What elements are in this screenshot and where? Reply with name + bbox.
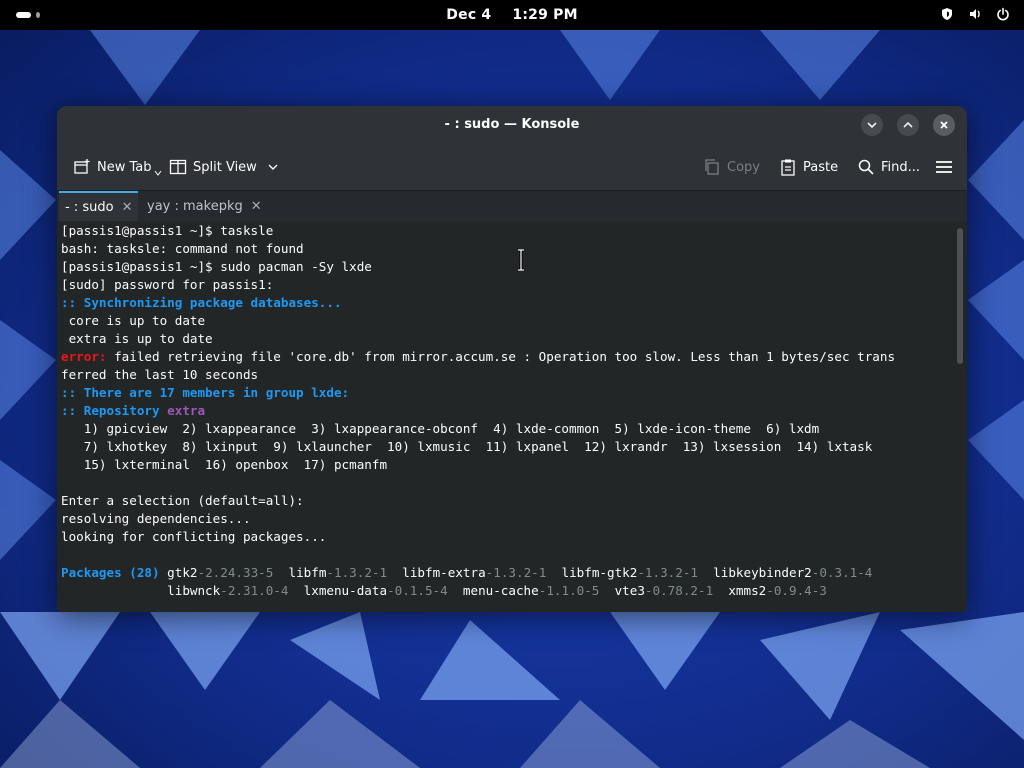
paste-button[interactable]: Paste <box>779 157 838 177</box>
terminal-line: ferred the last 10 seconds <box>61 367 259 382</box>
terminal-line: Enter a selection (default=all): <box>61 493 304 508</box>
tab-close-icon[interactable]: ✕ <box>251 199 262 214</box>
terminal-line: looking for conflicting packages... <box>61 529 327 544</box>
terminal-line: extra is up to date <box>61 331 213 346</box>
chevron-up-icon <box>903 121 913 128</box>
dropdown-arrow-icon <box>154 170 161 176</box>
search-icon <box>858 159 874 175</box>
tab-yay-makepkg[interactable]: yay : makepkg ✕ <box>141 191 268 221</box>
tab-label: - : sudo <box>65 199 114 215</box>
tab-label: yay : makepkg <box>147 198 243 214</box>
paste-label: Paste <box>803 159 839 175</box>
clock[interactable]: Dec 4 1:29 PM <box>0 7 1024 23</box>
power-icon[interactable] <box>996 7 1010 21</box>
clock-date: Dec 4 <box>446 7 492 23</box>
new-tab-icon <box>74 159 90 174</box>
window-title: - : sudo — Konsole <box>444 117 580 132</box>
terminal-line: resolving dependencies... <box>61 511 251 526</box>
terminal-line: error: failed retrieving file 'core.db' … <box>61 349 896 364</box>
maximize-button[interactable] <box>897 114 919 136</box>
terminal-line: :: Synchronizing package databases... <box>61 295 342 310</box>
terminal-line: Packages (28) gtk2-2.24.33-5 libfm-1.3.2… <box>61 565 873 580</box>
toolbar: New Tab Split View Copy Paste Find... <box>57 144 967 190</box>
find-label: Find... <box>881 159 921 175</box>
new-tab-label: New Tab <box>97 159 152 175</box>
hamburger-menu-icon <box>936 161 952 173</box>
find-button[interactable]: Find... <box>857 157 920 177</box>
terminal-line: [passis1@passis1 ~]$ sudo pacman -Sy lxd… <box>61 259 372 274</box>
split-view-label: Split View <box>193 159 257 175</box>
close-icon <box>940 121 948 129</box>
copy-button[interactable]: Copy <box>703 157 760 177</box>
clock-time: 1:29 PM <box>512 7 578 23</box>
terminal-line: [sudo] password for passis1: <box>61 277 274 292</box>
terminal-line: [passis1@passis1 ~]$ tasksle <box>61 223 274 238</box>
copy-label: Copy <box>727 159 760 175</box>
terminal-line: core is up to date <box>61 313 206 328</box>
shield-icon[interactable] <box>940 7 954 21</box>
paste-icon <box>781 159 795 176</box>
top-bar: Dec 4 1:29 PM <box>0 0 1024 30</box>
tab-bar: - : sudo ✕ yay : makepkg ✕ <box>57 190 967 222</box>
chevron-down-icon <box>867 122 877 129</box>
split-view-icon <box>169 159 187 175</box>
tab-close-icon[interactable]: ✕ <box>122 200 133 215</box>
terminal-line: 15) lxterminal 16) openbox 17) pcmanfm <box>61 457 388 472</box>
minimize-button[interactable] <box>861 114 883 136</box>
chevron-down-icon <box>268 164 278 170</box>
tab-sudo[interactable]: - : sudo ✕ <box>59 191 139 221</box>
system-tray[interactable] <box>940 7 1010 21</box>
new-tab-button[interactable]: New Tab <box>73 157 162 177</box>
close-button[interactable] <box>933 114 955 136</box>
title-bar[interactable]: - : sudo — Konsole <box>57 106 967 144</box>
terminal-line: libwnck-2.31.0-4 lxmenu-data-0.1.5-4 men… <box>61 583 827 598</box>
terminal-scrollbar[interactable] <box>953 222 967 612</box>
text-cursor-icon <box>518 249 524 271</box>
copy-icon <box>705 159 719 175</box>
terminal-line: :: There are 17 members in group lxde: <box>61 385 350 400</box>
terminal-line: 7) lxhotkey 8) lxinput 9) lxlauncher 10)… <box>61 439 873 454</box>
split-view-button[interactable]: Split View <box>169 157 279 177</box>
terminal-line: bash: tasksle: command not found <box>61 241 304 256</box>
terminal-line: :: Repository extra <box>61 403 206 418</box>
terminal-line: 1) gpicview 2) lxappearance 3) lxappeara… <box>61 421 820 436</box>
volume-icon[interactable] <box>968 7 982 21</box>
hamburger-menu-button[interactable] <box>935 157 953 177</box>
terminal-output[interactable]: [passis1@passis1 ~]$ tasksle bash: tasksl… <box>57 222 953 612</box>
scrollbar-thumb[interactable] <box>957 228 963 364</box>
konsole-window: - : sudo — Konsole New Tab Split View Co… <box>57 106 967 612</box>
